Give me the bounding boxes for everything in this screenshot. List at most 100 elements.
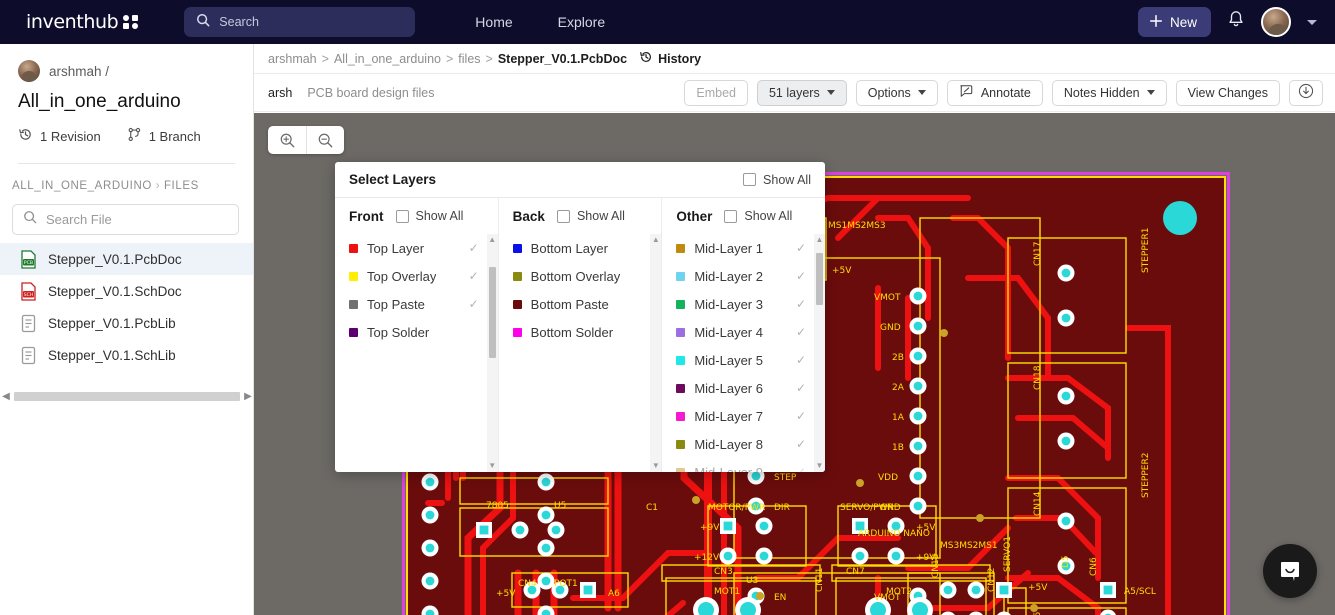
svg-text:CN17: CN17 bbox=[1033, 242, 1043, 266]
breadcrumb-item-owner[interactable]: arshmah bbox=[268, 52, 317, 66]
layer-checkmark-icon[interactable]: ✓ bbox=[796, 437, 806, 451]
scroll-up-arrow-icon[interactable]: ▲ bbox=[816, 236, 824, 244]
scroll-down-arrow-icon[interactable]: ▼ bbox=[816, 462, 824, 470]
layer-checkmark-icon[interactable]: ✓ bbox=[796, 381, 806, 395]
scrollbar-thumb[interactable] bbox=[652, 267, 660, 358]
stat-revisions[interactable]: 1 Revision bbox=[18, 127, 101, 145]
scroll-left-arrow-icon[interactable]: ◀ bbox=[0, 391, 12, 402]
checkbox-icon[interactable] bbox=[743, 173, 757, 186]
layer-row-bottom-solder[interactable]: Bottom Solder bbox=[499, 318, 651, 346]
zoom-in-button[interactable] bbox=[268, 126, 306, 154]
nav-link-explore[interactable]: Explore bbox=[558, 14, 605, 30]
options-button[interactable]: Options bbox=[855, 79, 938, 106]
new-button[interactable]: New bbox=[1137, 7, 1211, 37]
breadcrumb-item-files[interactable]: files bbox=[458, 52, 480, 66]
svg-text:7805: 7805 bbox=[486, 501, 509, 511]
layer-row-top-paste[interactable]: Top Paste ✓ bbox=[335, 290, 487, 318]
scrollbar-thumb[interactable] bbox=[816, 253, 824, 306]
layer-row-top-solder[interactable]: Top Solder bbox=[335, 318, 487, 346]
layer-checkmark-icon[interactable]: ✓ bbox=[796, 241, 806, 255]
layer-row-mid-layer-6[interactable]: Mid-Layer 6 ✓ bbox=[662, 374, 814, 402]
show-all-back-checkbox[interactable]: Show All bbox=[556, 209, 625, 223]
layer-checkmark-icon[interactable]: ✓ bbox=[796, 465, 806, 472]
pcb-viewer[interactable]: U2 U6 U3 U5 7805 R3 C1 ENMS1MS2 MS3RSTSL… bbox=[254, 113, 1335, 615]
layers-list-other[interactable]: Mid-Layer 1 ✓ Mid-Layer 2 ✓ Mid-Layer 3 … bbox=[662, 234, 825, 472]
layer-row-top-overlay[interactable]: Top Overlay ✓ bbox=[335, 262, 487, 290]
layer-row-mid-layer-1[interactable]: Mid-Layer 1 ✓ bbox=[662, 234, 814, 262]
embed-button[interactable]: Embed bbox=[684, 79, 748, 106]
layer-checkmark-icon[interactable]: ✓ bbox=[469, 269, 479, 283]
scrollbar-thumb[interactable] bbox=[14, 391, 240, 401]
layer-row-mid-layer-3[interactable]: Mid-Layer 3 ✓ bbox=[662, 290, 814, 318]
scroll-up-arrow-icon[interactable]: ▲ bbox=[488, 236, 496, 244]
nav-link-home[interactable]: Home bbox=[475, 14, 512, 30]
layer-label: Mid-Layer 8 bbox=[694, 436, 763, 452]
scroll-right-arrow-icon[interactable]: ▶ bbox=[242, 391, 254, 402]
file-item-pcbdoc[interactable]: PCB Stepper_V0.1.PcbDoc bbox=[0, 243, 253, 275]
scrollbar-thumb[interactable] bbox=[488, 267, 496, 358]
repo-stats: 1 Revision 1 Branch bbox=[18, 127, 235, 145]
show-all-other-checkbox[interactable]: Show All bbox=[724, 209, 792, 223]
layer-checkmark-icon[interactable]: ✓ bbox=[469, 297, 479, 311]
layer-row-top-layer[interactable]: Top Layer ✓ bbox=[335, 234, 487, 262]
select-layers-panel[interactable]: Select Layers Show All Front Show All To… bbox=[335, 162, 825, 472]
avatar[interactable] bbox=[1261, 7, 1291, 37]
history-link[interactable]: History bbox=[639, 50, 701, 67]
layer-row-mid-layer-5[interactable]: Mid-Layer 5 ✓ bbox=[662, 346, 814, 374]
layer-checkmark-icon[interactable]: ✓ bbox=[796, 269, 806, 283]
stat-branches[interactable]: 1 Branch bbox=[127, 127, 201, 145]
file-search-input[interactable]: Search File bbox=[12, 204, 239, 235]
breadcrumb-separator: > bbox=[485, 51, 493, 66]
layer-row-mid-layer-4[interactable]: Mid-Layer 4 ✓ bbox=[662, 318, 814, 346]
chevron-down-icon[interactable] bbox=[1307, 19, 1317, 25]
layer-checkmark-icon[interactable]: ✓ bbox=[796, 325, 806, 339]
sch-file-icon: SCH bbox=[20, 281, 37, 301]
global-search-input[interactable]: Search bbox=[184, 7, 416, 37]
layer-checkmark-icon[interactable]: ✓ bbox=[469, 241, 479, 255]
annotate-button[interactable]: Annotate bbox=[946, 79, 1043, 106]
intercom-chat-button[interactable] bbox=[1263, 544, 1317, 598]
layer-row-mid-layer-7[interactable]: Mid-Layer 7 ✓ bbox=[662, 402, 814, 430]
layer-row-mid-layer-8[interactable]: Mid-Layer 8 ✓ bbox=[662, 430, 814, 458]
layer-row-bottom-overlay[interactable]: Bottom Overlay bbox=[499, 262, 651, 290]
checkbox-icon[interactable] bbox=[724, 209, 738, 223]
layer-row-mid-layer-2[interactable]: Mid-Layer 2 ✓ bbox=[662, 262, 814, 290]
file-item-schlib[interactable]: Stepper_V0.1.SchLib bbox=[0, 339, 253, 371]
brand-logo[interactable]: inventhub bbox=[26, 11, 139, 33]
repo-owner-name: arshmah / bbox=[49, 63, 110, 79]
view-changes-button[interactable]: View Changes bbox=[1175, 79, 1280, 106]
file-item-schdoc[interactable]: SCH Stepper_V0.1.SchDoc bbox=[0, 275, 253, 307]
layers-button[interactable]: 51 layers bbox=[756, 79, 847, 106]
layer-checkmark-icon[interactable]: ✓ bbox=[796, 353, 806, 367]
plus-icon bbox=[1149, 14, 1163, 31]
scroll-up-arrow-icon[interactable]: ▲ bbox=[652, 236, 660, 244]
zoom-out-button[interactable] bbox=[306, 126, 344, 154]
layer-checkmark-icon[interactable]: ✓ bbox=[796, 409, 806, 423]
checkbox-icon[interactable] bbox=[556, 209, 570, 223]
layers-column-other-header: Other Show All bbox=[662, 198, 825, 234]
layer-row-bottom-layer[interactable]: Bottom Layer bbox=[499, 234, 651, 262]
files-breadcrumb-repo[interactable]: ALL_IN_ONE_ARDUINO bbox=[12, 180, 152, 192]
layers-front-scrollbar[interactable]: ▲ ▼ bbox=[486, 234, 498, 472]
layer-row-bottom-paste[interactable]: Bottom Paste bbox=[499, 290, 651, 318]
show-all-front-checkbox[interactable]: Show All bbox=[395, 209, 463, 223]
bell-icon[interactable] bbox=[1227, 10, 1245, 34]
sidebar-horizontal-scrollbar[interactable]: ◀ ▶ bbox=[0, 389, 254, 403]
layers-back-scrollbar[interactable]: ▲ ▼ bbox=[650, 234, 662, 472]
repo-owner-row[interactable]: arshmah / bbox=[18, 60, 235, 82]
layers-list-front[interactable]: Top Layer ✓ Top Overlay ✓ Top Paste ✓ To… bbox=[335, 234, 498, 472]
layers-other-scrollbar[interactable]: ▲ ▼ bbox=[814, 234, 825, 472]
layer-color-swatch bbox=[676, 271, 686, 281]
breadcrumb-item-repo[interactable]: All_in_one_arduino bbox=[334, 52, 441, 66]
layer-checkmark-icon[interactable]: ✓ bbox=[796, 297, 806, 311]
checkbox-icon[interactable] bbox=[395, 209, 409, 223]
file-item-pcblib[interactable]: Stepper_V0.1.PcbLib bbox=[0, 307, 253, 339]
notes-button[interactable]: Notes Hidden bbox=[1051, 79, 1167, 106]
layer-color-swatch bbox=[676, 355, 686, 365]
scroll-down-arrow-icon[interactable]: ▼ bbox=[488, 462, 496, 470]
scroll-down-arrow-icon[interactable]: ▼ bbox=[652, 462, 660, 470]
download-button[interactable] bbox=[1289, 79, 1323, 106]
layers-list-back[interactable]: Bottom Layer Bottom Overlay Bottom Paste bbox=[499, 234, 662, 472]
show-all-global-checkbox[interactable]: Show All bbox=[743, 173, 811, 187]
layer-row-mid-layer-9[interactable]: Mid-Layer 9 ✓ bbox=[662, 458, 814, 472]
